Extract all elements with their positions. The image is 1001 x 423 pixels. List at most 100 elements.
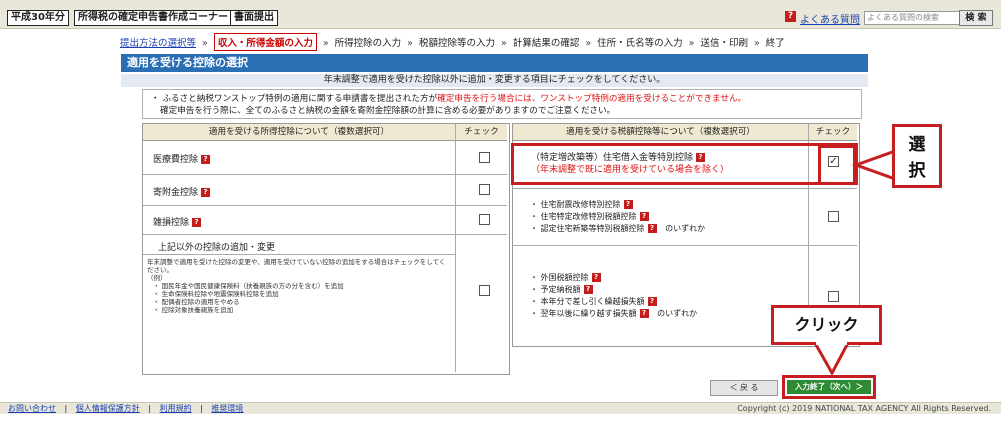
footer-separator: | (200, 404, 203, 413)
footer-link-terms[interactable]: 利用規約 (160, 404, 192, 413)
selection-highlight-frame (511, 143, 858, 185)
row-label: 医療費控除 (153, 155, 199, 165)
donation-deduction-checkbox[interactable] (479, 184, 490, 195)
list-item: ・ 住宅耐震改修特別控除? (530, 199, 705, 211)
item-label: 認定住宅新築等特別税額控除 (540, 224, 645, 233)
casualty-deduction-checkbox[interactable] (479, 214, 490, 225)
help-icon[interactable]: ? (647, 224, 657, 233)
medical-deduction-label: 医療費控除? (153, 152, 211, 165)
page-title: 適用を受ける控除の選択 (121, 54, 868, 72)
select-callout-label: 選択 (908, 135, 926, 181)
donation-deduction-label: 寄附金控除? (153, 185, 211, 198)
click-callout: クリック (771, 305, 882, 345)
medical-deduction-checkbox[interactable] (479, 152, 490, 163)
mode-tag: 書面提出 (230, 10, 278, 26)
other-desc-text: 年末調整で適用を受けた控除の変更や、適用を受けていない控除の追加をする場合はチェ… (147, 258, 446, 274)
help-icon[interactable]: ? (201, 155, 211, 164)
step-tax-credit: 税額控除等の入力 (418, 38, 495, 49)
other-example-item: ・ 控除対象扶養親族を追加 (153, 306, 234, 314)
example-text: 配偶者控除の適用をやめる (161, 298, 240, 306)
click-callout-pointer (812, 342, 851, 376)
step-navigation: 提出方法の選択等 » 収入・所得金額の入力 » 所得控除の入力 » 税額控除等の入力 » 計算結… (120, 33, 1000, 51)
item-label: 外国税額控除 (540, 273, 589, 282)
foreign-tax-checkbox[interactable] (828, 291, 839, 302)
list-item: ・ 翌年以後に繰り越す損失額? のいずれか (530, 309, 698, 318)
casualty-deduction-label: 雑損控除? (153, 215, 202, 228)
row-label: 雑損控除 (153, 218, 190, 228)
other-deductions-description: 年末調整で適用を受けた控除の変更や、適用を受けていない控除の追加をする場合はチェ… (147, 258, 447, 314)
footer-separator: | (64, 404, 68, 413)
step-send-print: 送信・印刷 (700, 38, 748, 49)
search-button[interactable]: 検 索 (959, 10, 993, 26)
help-question-icon[interactable]: ? (785, 11, 796, 22)
tax-credit-header: 適用を受ける税額控除等について（複数選択可） (513, 124, 808, 141)
next-button[interactable]: 入力終了（次へ）＞ (787, 380, 871, 394)
copyright: Copyright (c) 2019 NATIONAL TAX AGENCY A… (737, 404, 991, 413)
income-deduction-header: 適用を受ける所得控除について（複数選択可） (143, 124, 455, 141)
notice-line2: 確定申告を行う際に、全てのふるさと納税の金額を寄附金控除額の計算に含める必要があ… (160, 106, 616, 116)
other-deductions-checkbox[interactable] (479, 285, 490, 296)
footer-link-environment[interactable]: 推奨環境 (211, 404, 243, 413)
notice-line1: ふるさと納税ワンストップ特例の適用に関する申請書を提出された方が (162, 94, 438, 104)
step-separator: » (688, 38, 695, 49)
step-separator: » (202, 38, 208, 49)
help-icon[interactable]: ? (192, 218, 202, 227)
step-separator: » (501, 38, 507, 49)
foreign-tax-group: ・ 外国税額控除? ・ 予定納税額? ・ 本年分で差し引く繰越損失額? ・ 翌年… (530, 272, 697, 320)
example-text: 控除対象扶養親族を追加 (161, 306, 234, 314)
page-subtitle: 年末調整で適用を受けた控除以外に追加・変更する項目にチェックをしてください。 (121, 74, 868, 87)
either-suffix: のいずれか (665, 224, 706, 233)
step-address-name: 住所・氏名等の入力 (597, 38, 683, 49)
step-separator: » (322, 38, 329, 49)
other-example-item: ・ 生命保険料控除や地震保険料控除を追加 (153, 290, 279, 298)
step-result-check: 計算結果の確認 (512, 38, 580, 49)
faq-search-input[interactable]: よくある質問の検索 (864, 11, 961, 25)
checkbox-highlight-frame (818, 145, 856, 185)
footer-link-contact[interactable]: お問い合わせ (8, 404, 56, 413)
step-separator: » (407, 38, 413, 49)
help-icon[interactable]: ? (583, 285, 593, 294)
renovation-credit-checkbox[interactable] (828, 211, 839, 222)
other-example-label: （例） (147, 274, 167, 282)
help-icon[interactable]: ? (639, 309, 649, 318)
step-income-current: 収入・所得金額の入力 (213, 33, 317, 51)
help-icon[interactable]: ? (591, 273, 601, 282)
help-icon[interactable]: ? (623, 200, 633, 209)
help-icon[interactable]: ? (639, 212, 649, 221)
year-tag: 平成30年分 (7, 10, 69, 26)
faq-link[interactable]: よくある質問 (800, 11, 860, 26)
list-item: ・ 予定納税額? (530, 284, 697, 296)
help-icon[interactable]: ? (647, 297, 657, 306)
footer-separator: | (148, 404, 152, 413)
back-button[interactable]: ＜ 戻 る (710, 380, 778, 396)
select-callout: 選択 (892, 124, 942, 188)
step-finish: 終了 (765, 38, 785, 49)
either-suffix: のいずれか (657, 309, 698, 318)
app-title-tag: 所得税の確定申告書作成コーナー (74, 10, 232, 26)
furusato-notice: ・ ふるさと納税ワンストップ特例の適用に関する申請書を提出された方が確定申告を行… (142, 89, 862, 119)
list-item: ・ 認定住宅新築等特別税額控除? のいずれか (530, 224, 706, 233)
item-label: 本年分で差し引く繰越損失額 (540, 297, 645, 306)
other-deductions-header: 上記以外の控除の追加・変更 (158, 243, 276, 253)
help-icon[interactable]: ? (201, 188, 211, 197)
step-separator: » (585, 38, 592, 49)
other-example-item: ・ 配偶者控除の適用をやめる (153, 298, 240, 306)
example-text: 生命保険料控除や地震保険料控除を追加 (161, 290, 279, 298)
notice-line1-warning: 確定申告を行う場合には、ワンストップ特例の適用を受けることができません。 (437, 94, 747, 104)
list-item: ・ 住宅特定改修特別税額控除? (530, 211, 705, 223)
list-item: ・ 外国税額控除? (530, 272, 697, 284)
footer-bar: お問い合わせ | 個人情報保護方針 | 利用規約 | 推奨環境 Copyrigh… (0, 402, 1001, 414)
item-label: 住宅耐震改修特別控除 (540, 200, 621, 209)
left-check-header: チェック (456, 124, 507, 141)
other-example-item: ・ 国民年金や国民健康保険料（扶養親族の方の分を含む）を追加 (153, 282, 344, 290)
step-separator: » (753, 38, 760, 49)
step-filing-method[interactable]: 提出方法の選択等 (120, 35, 196, 49)
notice-bullet: ・ (151, 94, 160, 104)
renovation-credit-group: ・ 住宅耐震改修特別控除? ・ 住宅特定改修特別税額控除? ・ 認定住宅新築等特… (530, 199, 705, 235)
footer-link-privacy[interactable]: 個人情報保護方針 (76, 404, 140, 413)
item-label: 住宅特定改修特別税額控除 (540, 212, 637, 221)
step-income-deduction: 所得控除の入力 (334, 38, 402, 49)
item-label: 翌年以後に繰り越す損失額 (540, 309, 637, 318)
item-label: 予定納税額 (540, 285, 581, 294)
example-text: 国民年金や国民健康保険料（扶養親族の方の分を含む）を追加 (161, 282, 344, 290)
